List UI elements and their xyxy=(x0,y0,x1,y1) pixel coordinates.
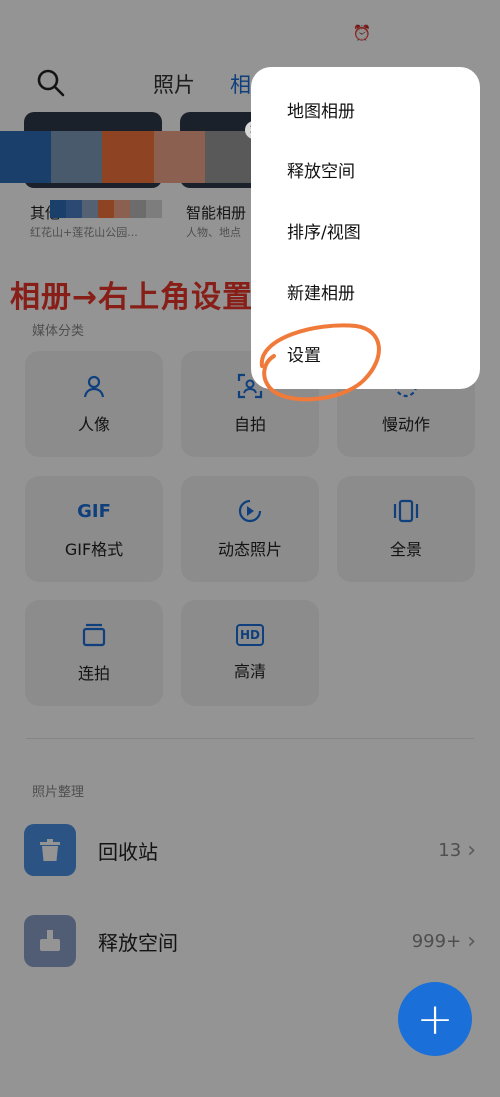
menu-item-free-space[interactable]: 释放空间 xyxy=(287,157,355,182)
menu-item-map-album[interactable]: 地图相册 xyxy=(287,97,355,122)
add-album-button[interactable]: + xyxy=(398,982,472,1056)
menu-item-new-album[interactable]: 新建相册 xyxy=(287,279,355,304)
plus-icon: + xyxy=(416,993,454,1045)
highlight-circle-mark xyxy=(259,323,381,402)
menu-item-sort-view[interactable]: 排序/视图 xyxy=(287,218,361,243)
